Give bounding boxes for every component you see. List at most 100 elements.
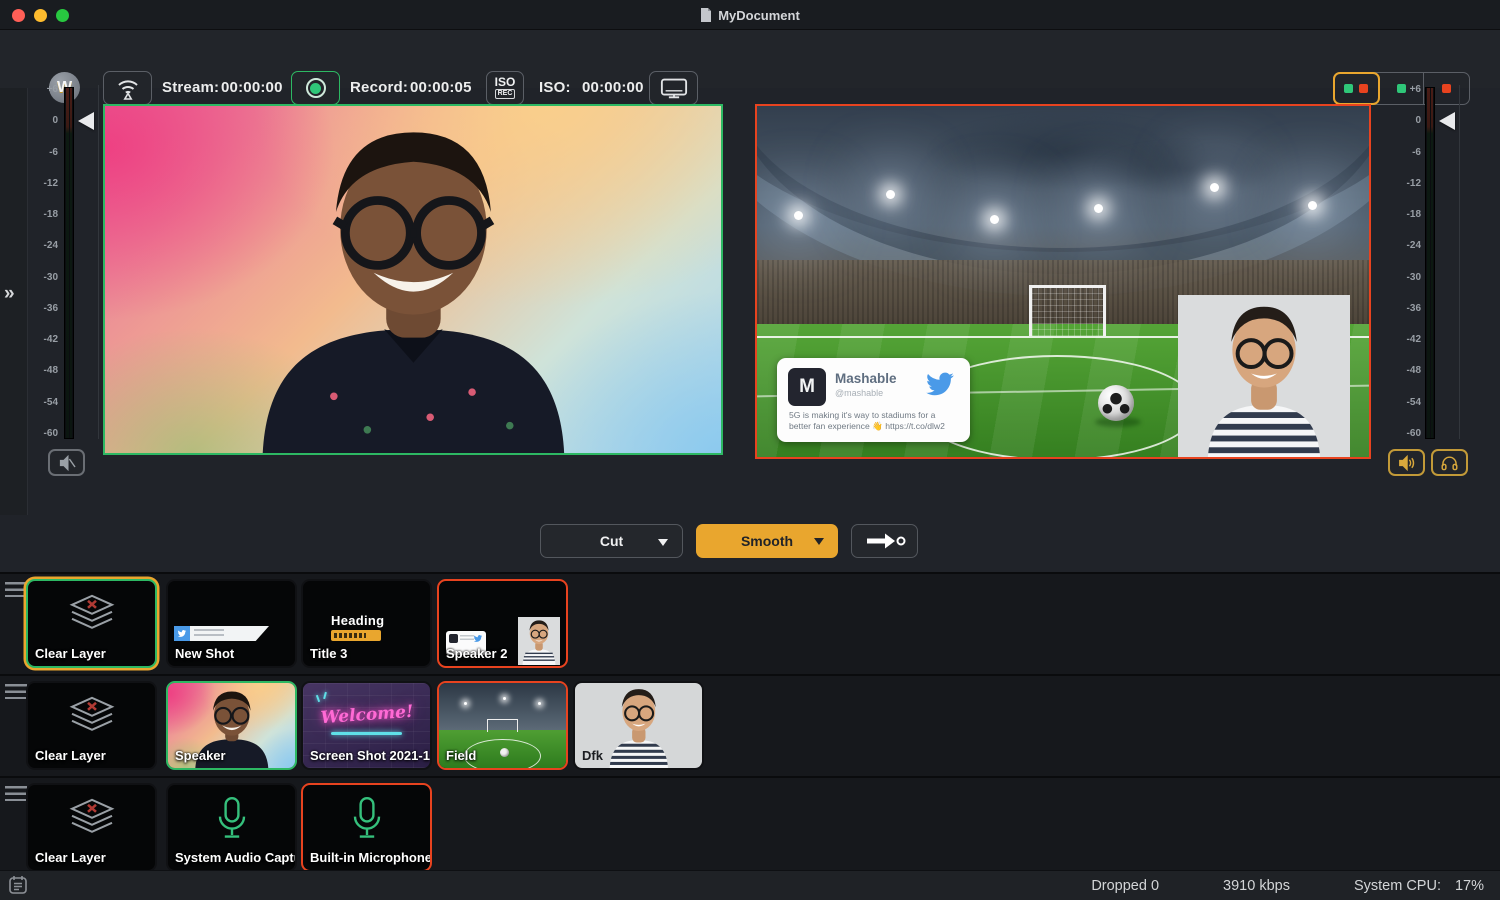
tweet-author-name: Mashable [835, 371, 897, 386]
tweet-text: 5G is making it's way to stadiums for a … [789, 410, 954, 432]
transition-smooth-button[interactable]: Smooth [696, 524, 838, 558]
headphones-icon [1440, 455, 1459, 471]
mini-guest-portrait [518, 617, 560, 665]
layer-2-row: Clear Layer Speaker Welcome! Screen Shot… [0, 674, 1500, 776]
clear-layer-icon [67, 694, 117, 738]
transition-cut-button[interactable]: Cut [540, 524, 683, 558]
left-rail: » [0, 88, 28, 515]
stadium-light [990, 215, 999, 224]
stadium-light [886, 190, 895, 199]
shot-new-shot[interactable]: New Shot [166, 579, 297, 668]
titlebar: MyDocument [0, 0, 1500, 30]
shot-label: Speaker 2 [446, 646, 507, 661]
layer-drag-handle[interactable] [5, 684, 27, 699]
chevron-down-icon [814, 538, 824, 545]
shot-label: New Shot [175, 646, 234, 661]
clear-layer-icon [67, 592, 117, 636]
statusbar: Dropped 0 3910 kbps System CPU: 17% [0, 870, 1500, 900]
shot-label: Screen Shot 2021-1 [310, 748, 430, 763]
stream-time: 00:00:00 [221, 79, 283, 96]
wirecast-window: { "window": { "title": "MyDocument" }, "… [0, 0, 1500, 900]
stadium-light [794, 211, 803, 220]
record-icon [306, 78, 326, 98]
mashable-logo: M [788, 368, 826, 406]
shot-speaker[interactable]: Speaker [166, 681, 297, 770]
output-display-button[interactable] [649, 71, 698, 105]
microphone-icon [351, 794, 383, 844]
record-time: 00:00:05 [410, 79, 472, 96]
meter-track [64, 87, 74, 439]
meter-scale: +60-6-12-18-24-30-36-42-48-54-60 [1397, 85, 1421, 439]
broadcast-icon [114, 75, 142, 101]
shot-builtin-mic[interactable]: Built-in Microphone [301, 783, 432, 872]
window-title: MyDocument [718, 8, 800, 23]
cpu-value: 17% [1455, 878, 1484, 894]
shot-speaker-2[interactable]: Speaker 2 [437, 579, 568, 668]
shot-label: Speaker [175, 748, 226, 763]
lower-third-graphic [174, 626, 269, 641]
expand-sidebar-button[interactable]: » [4, 283, 13, 305]
title-heading-text: Heading [331, 613, 384, 628]
iso-label: ISO: [539, 79, 571, 96]
shot-clear-layer[interactable]: Clear Layer [26, 783, 157, 872]
shot-label: Dfk [582, 748, 603, 763]
cut-label: Cut [600, 533, 623, 549]
speaker-person [204, 104, 623, 455]
shot-label: Title 3 [310, 646, 347, 661]
shot-label: Field [446, 748, 476, 763]
live-audio-meter: +60-6-12-18-24-30-36-42-48-54-60 [1395, 85, 1470, 447]
guest-person [1178, 295, 1350, 459]
volume-fader-handle[interactable] [1439, 112, 1455, 130]
shot-title-3[interactable]: Heading Speaker 2 Title 3 [301, 579, 432, 668]
iso-rec-badge: REC [495, 89, 516, 99]
shot-field[interactable]: Field [437, 681, 568, 770]
iso-time: 00:00:00 [582, 79, 644, 96]
tweet-lower-third: M Mashable @mashable 5G is making it's w… [777, 358, 970, 442]
view-split-button[interactable] [1334, 73, 1379, 104]
live-canvas[interactable]: M Mashable @mashable 5G is making it's w… [755, 104, 1371, 459]
shot-label: System Audio Captu [175, 850, 297, 865]
shot-notes-button[interactable] [7, 874, 31, 898]
shot-system-audio[interactable]: System Audio Captu [166, 783, 297, 872]
meter-scale: +60-6-12-18-24-30-36-42-48-54-60 [34, 85, 58, 439]
window-title-wrap: MyDocument [0, 0, 1500, 30]
layer-3-row: Clear Layer System Audio Captu Built-in … [0, 776, 1500, 870]
toolbar: W Stream: 00:00:00 Record: 00:00:05 ISO … [0, 30, 1500, 88]
microphone-icon [216, 794, 248, 844]
shot-label: Built-in Microphone [310, 850, 432, 865]
mute-button[interactable] [48, 449, 85, 476]
iso-record-button[interactable]: ISO REC [486, 71, 524, 105]
stadium-light [1308, 201, 1317, 210]
meter-track [1425, 87, 1435, 439]
title-subheading-badge [331, 630, 381, 641]
layer-drag-handle[interactable] [5, 582, 27, 597]
record-label: Record: [350, 79, 408, 96]
stream-button[interactable] [103, 71, 152, 105]
live-audio-button[interactable] [1388, 449, 1425, 476]
go-transition-button[interactable] [851, 524, 918, 558]
twitter-icon [922, 369, 958, 399]
stadium-light [1094, 204, 1103, 213]
chevron-down-icon [658, 539, 668, 546]
neon-underline [331, 732, 402, 735]
shot-clear-layer[interactable]: Clear Layer [26, 681, 157, 770]
volume-fader-handle[interactable] [78, 112, 94, 130]
shot-screenshot[interactable]: Welcome! Screen Shot 2021-1 [301, 681, 432, 770]
guest-inset [1178, 295, 1350, 459]
layer-drag-handle[interactable] [5, 786, 27, 801]
record-button[interactable] [291, 71, 340, 105]
shot-label: Clear Layer [35, 850, 106, 865]
layer-1-row: Clear Layer New Shot Heading Speaker 2 T… [0, 572, 1500, 674]
clear-layer-icon [67, 796, 117, 840]
shot-clear-layer[interactable]: Clear Layer [26, 579, 157, 668]
system-cpu: System CPU: 17% [1354, 878, 1484, 894]
shot-dfk[interactable]: Dfk [573, 681, 704, 770]
preview-indicator-icon [1344, 84, 1353, 93]
notes-icon [7, 874, 29, 896]
preview-canvas[interactable] [103, 104, 723, 455]
stream-label: Stream: [162, 79, 219, 96]
iso-button-label: ISO [495, 77, 516, 88]
smooth-label: Smooth [741, 533, 793, 549]
document-icon [700, 8, 712, 22]
monitor-headphones-button[interactable] [1431, 449, 1468, 476]
